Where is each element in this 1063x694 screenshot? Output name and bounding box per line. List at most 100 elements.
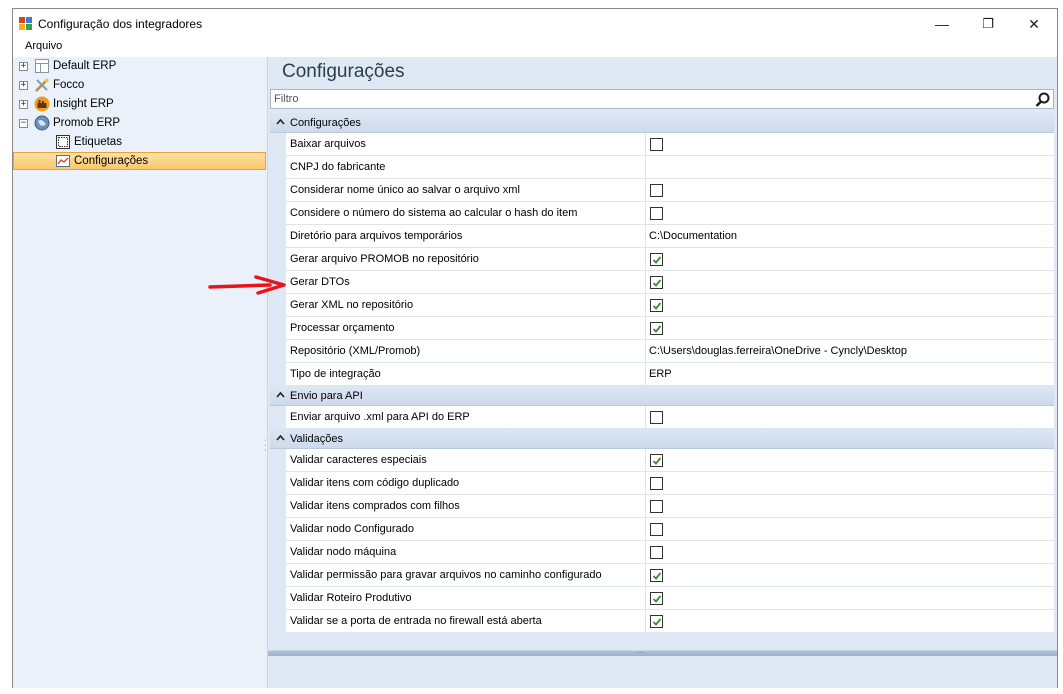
category-header[interactable]: Validações (270, 429, 1054, 449)
checkbox-checked[interactable] (650, 454, 663, 467)
checkbox-unchecked[interactable] (650, 500, 663, 513)
property-value[interactable] (646, 317, 1054, 340)
checkbox-unchecked[interactable] (650, 184, 663, 197)
property-row[interactable]: Enviar arquivo .xml para API do ERP (270, 406, 1054, 429)
property-row[interactable]: Gerar XML no repositório (270, 294, 1054, 317)
property-name[interactable]: Validar permissão para gravar arquivos n… (286, 564, 646, 587)
property-name[interactable]: Validar se a porta de entrada no firewal… (286, 610, 646, 633)
property-name[interactable]: Gerar XML no repositório (286, 294, 646, 317)
property-value[interactable] (646, 271, 1054, 294)
property-value[interactable] (646, 156, 1054, 179)
collapse-chevron-icon[interactable] (276, 390, 285, 401)
tree-item-promob-erp[interactable]: − Promob ERP (19, 114, 120, 132)
property-value[interactable]: ERP (646, 363, 1054, 386)
checkbox-unchecked[interactable] (650, 546, 663, 559)
tree-item-default-erp[interactable]: + Default ERP (19, 57, 116, 75)
checkbox-checked[interactable] (650, 276, 663, 289)
property-value[interactable] (646, 406, 1054, 429)
tree-item-focco[interactable]: + Focco (19, 76, 84, 94)
property-row[interactable]: Gerar arquivo PROMOB no repositório (270, 248, 1054, 271)
horizontal-splitter[interactable]: · · · (268, 648, 1057, 657)
search-icon[interactable] (1035, 92, 1050, 107)
property-row[interactable]: Tipo de integração ERP (270, 363, 1054, 386)
collapse-chevron-icon[interactable] (276, 117, 285, 128)
property-name[interactable]: Tipo de integração (286, 363, 646, 386)
property-name[interactable]: Considerar nome único ao salvar o arquiv… (286, 179, 646, 202)
checkbox-checked[interactable] (650, 592, 663, 605)
property-name[interactable]: Considere o número do sistema ao calcula… (286, 202, 646, 225)
checkbox-checked[interactable] (650, 299, 663, 312)
tree-item-insight-erp[interactable]: + Insight ERP (19, 95, 114, 113)
collapse-icon[interactable]: − (19, 118, 28, 128)
category-header[interactable]: Envio para API (270, 386, 1054, 406)
property-name[interactable]: Gerar DTOs (286, 271, 646, 294)
expand-icon[interactable]: + (19, 99, 28, 109)
property-row[interactable]: Processar orçamento (270, 317, 1054, 340)
property-row[interactable]: Validar se a porta de entrada no firewal… (270, 610, 1054, 633)
property-name[interactable]: Validar itens com código duplicado (286, 472, 646, 495)
property-name[interactable]: Diretório para arquivos temporários (286, 225, 646, 248)
property-value[interactable] (646, 495, 1054, 518)
property-name[interactable]: Validar nodo máquina (286, 541, 646, 564)
property-value[interactable] (646, 294, 1054, 317)
property-name[interactable]: Repositório (XML/Promob) (286, 340, 646, 363)
property-value[interactable] (646, 179, 1054, 202)
menu-arquivo[interactable]: Arquivo (25, 40, 62, 52)
property-row[interactable]: Validar itens com código duplicado (270, 472, 1054, 495)
property-value[interactable] (646, 472, 1054, 495)
property-name[interactable]: Processar orçamento (286, 317, 646, 340)
filter-input[interactable] (274, 90, 1014, 108)
checkbox-checked[interactable] (650, 569, 663, 582)
property-name[interactable]: Enviar arquivo .xml para API do ERP (286, 406, 646, 429)
property-value[interactable] (646, 248, 1054, 271)
property-value[interactable] (646, 518, 1054, 541)
maximize-button[interactable]: ❐ (965, 9, 1011, 39)
checkbox-unchecked[interactable] (650, 477, 663, 490)
expand-icon[interactable]: + (19, 80, 28, 90)
property-row[interactable]: Gerar DTOs (270, 271, 1054, 294)
property-name[interactable]: Validar itens comprados com filhos (286, 495, 646, 518)
category-header[interactable]: Configurações (270, 113, 1054, 133)
property-row[interactable]: Validar itens comprados com filhos (270, 495, 1054, 518)
property-value[interactable] (646, 587, 1054, 610)
checkbox-checked[interactable] (650, 322, 663, 335)
title-bar[interactable]: Configuração dos integradores — ❐ ✕ (13, 9, 1057, 39)
property-row[interactable]: Diretório para arquivos temporários C:\Do… (270, 225, 1054, 248)
property-name[interactable]: Gerar arquivo PROMOB no repositório (286, 248, 646, 271)
property-row[interactable]: CNPJ do fabricante (270, 156, 1054, 179)
checkbox-unchecked[interactable] (650, 138, 663, 151)
property-name[interactable]: CNPJ do fabricante (286, 156, 646, 179)
property-row[interactable]: Validar nodo Configurado (270, 518, 1054, 541)
tree-item-etiquetas[interactable]: Etiquetas (55, 133, 122, 151)
minimize-button[interactable]: — (919, 9, 965, 39)
checkbox-checked[interactable] (650, 615, 663, 628)
checkbox-unchecked[interactable] (650, 411, 663, 424)
property-row[interactable]: Validar caracteres especiais (270, 449, 1054, 472)
property-name[interactable]: Validar Roteiro Produtivo (286, 587, 646, 610)
property-row[interactable]: Validar permissão para gravar arquivos n… (270, 564, 1054, 587)
property-value[interactable] (646, 202, 1054, 225)
property-value[interactable] (646, 449, 1054, 472)
close-button[interactable]: ✕ (1011, 9, 1057, 39)
tree-item-configuracoes[interactable]: Configurações (13, 152, 266, 170)
property-value[interactable] (646, 610, 1054, 633)
checkbox-checked[interactable] (650, 253, 663, 266)
property-value[interactable] (646, 541, 1054, 564)
property-value[interactable]: C:\Users\douglas.ferreira\OneDrive - Cyn… (646, 340, 1054, 363)
property-row[interactable]: Validar nodo máquina (270, 541, 1054, 564)
checkbox-unchecked[interactable] (650, 207, 663, 220)
property-value[interactable] (646, 564, 1054, 587)
property-row[interactable]: Considerar nome único ao salvar o arquiv… (270, 179, 1054, 202)
checkbox-unchecked[interactable] (650, 523, 663, 536)
property-name[interactable]: Baixar arquivos (286, 133, 646, 156)
property-row[interactable]: Considere o número do sistema ao calcula… (270, 202, 1054, 225)
property-value[interactable]: C:\Documentation (646, 225, 1054, 248)
expand-icon[interactable]: + (19, 61, 28, 71)
property-row[interactable]: Validar Roteiro Produtivo (270, 587, 1054, 610)
property-row[interactable]: Repositório (XML/Promob) C:\Users\douglas… (270, 340, 1054, 363)
property-value[interactable] (646, 133, 1054, 156)
collapse-chevron-icon[interactable] (276, 433, 285, 444)
property-row[interactable]: Baixar arquivos (270, 133, 1054, 156)
property-name[interactable]: Validar caracteres especiais (286, 449, 646, 472)
property-name[interactable]: Validar nodo Configurado (286, 518, 646, 541)
